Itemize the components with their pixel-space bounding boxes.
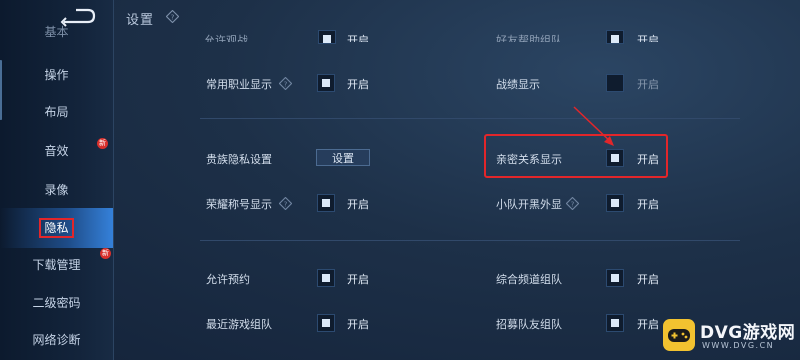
sidebar-item-partial[interactable]: 基本	[0, 22, 113, 42]
setting-state: 开启	[637, 34, 659, 42]
svg-text:?: ?	[571, 199, 575, 208]
setting-checkbox[interactable]	[606, 194, 624, 212]
setting-checkbox[interactable]	[606, 74, 624, 92]
annotation-arrow-icon	[573, 106, 614, 146]
sidebar-item-label: 二级密码	[32, 296, 81, 310]
setting-checkbox[interactable]	[317, 269, 335, 287]
sidebar-item-label: 音效	[44, 144, 69, 158]
setting-label: 亲密关系显示	[496, 153, 562, 166]
setting-label: 最近游戏组队	[206, 318, 272, 331]
setting-label: 招募队友组队	[496, 318, 562, 331]
setting-state: 开启	[347, 318, 369, 331]
help-icon[interactable]: ?	[279, 77, 292, 90]
sidebar-item-privacy[interactable]: 隐私	[0, 208, 113, 248]
setting-state: 开启	[637, 78, 659, 91]
setting-label: 贵族隐私设置	[206, 153, 272, 166]
sidebar-item-second-password[interactable]: 二级密码	[0, 288, 113, 318]
svg-text:?: ?	[284, 79, 288, 88]
setting-checkbox[interactable]	[317, 194, 335, 212]
section-divider	[200, 118, 740, 119]
setting-label: 常用职业显示	[206, 78, 272, 91]
sidebar-item-label: 录像	[44, 183, 69, 197]
setting-checkbox[interactable]	[606, 314, 624, 332]
setting-checkbox[interactable]	[606, 30, 624, 44]
setting-state: 开启	[347, 78, 369, 91]
setting-state: 开启	[637, 153, 659, 166]
sidebar-item-label: 操作	[44, 68, 69, 82]
setting-checkbox[interactable]	[606, 269, 624, 287]
help-icon[interactable]: ?	[279, 197, 292, 210]
setting-label: 允许预约	[206, 273, 250, 286]
setting-state: 开启	[347, 273, 369, 286]
setting-checkbox[interactable]	[317, 314, 335, 332]
noble-privacy-settings-button[interactable]: 设置	[316, 149, 370, 166]
page-title: 设置	[126, 13, 155, 28]
watermark-url: WWW.DVG.CN	[702, 341, 775, 350]
setting-checkbox[interactable]	[317, 74, 335, 92]
setting-label: 好友帮助组队	[496, 34, 562, 42]
watermark-title: DVG游戏网	[700, 323, 796, 343]
new-badge: 新	[100, 248, 111, 259]
site-watermark: DVG游戏网 WWW.DVG.CN	[662, 316, 796, 356]
sidebar-item-layout[interactable]: 布局	[0, 97, 113, 127]
setting-checkbox[interactable]	[318, 30, 336, 44]
setting-label: 荣耀称号显示	[206, 198, 272, 211]
section-divider	[200, 240, 740, 241]
setting-state: 开启	[347, 34, 369, 42]
setting-state: 开启	[637, 273, 659, 286]
sidebar-item-label: 下载管理	[32, 258, 81, 272]
setting-checkbox[interactable]	[606, 149, 624, 167]
sidebar-item-replay[interactable]: 录像	[0, 175, 113, 205]
sidebar-item-label: 隐私	[39, 218, 74, 238]
new-badge: 新	[97, 138, 108, 149]
sidebar-item-label: 布局	[44, 105, 69, 119]
sidebar-item-download[interactable]: 下载管理 新	[0, 248, 113, 280]
sidebar-item-sound[interactable]: 音效 新	[0, 136, 113, 166]
settings-sidebar: 基本 操作 布局 音效 新 录像 隐私 下载管理 新 二级密码 网络诊断	[0, 0, 114, 360]
help-icon[interactable]: ?	[166, 10, 179, 23]
help-icon[interactable]: ?	[566, 197, 579, 210]
gamepad-logo-icon	[663, 319, 695, 351]
sidebar-item-network[interactable]: 网络诊断	[0, 325, 113, 355]
sidebar-item-label: 网络诊断	[32, 333, 81, 347]
svg-text:?: ?	[284, 199, 288, 208]
sidebar-item-partial-label: 基本	[44, 25, 69, 39]
setting-state: 开启	[637, 198, 659, 211]
setting-state: 开启	[637, 318, 659, 331]
setting-state: 开启	[347, 198, 369, 211]
setting-label: 综合频道组队	[496, 273, 562, 286]
sidebar-item-controls[interactable]: 操作	[0, 60, 113, 90]
setting-label: 允许观战	[204, 34, 248, 42]
setting-label: 小队开黑外显	[496, 198, 562, 211]
svg-text:?: ?	[171, 12, 175, 21]
setting-label: 战绩显示	[496, 78, 540, 91]
